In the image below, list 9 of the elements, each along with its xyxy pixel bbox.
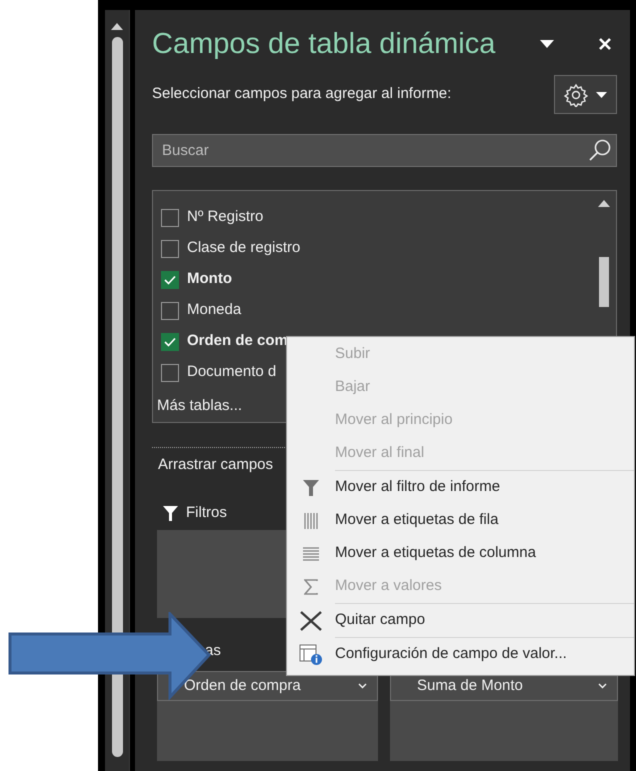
panel-title: Campos de tabla dinámica xyxy=(152,30,496,58)
field-label: Clase de registro xyxy=(187,238,300,258)
instruction-text: Seleccionar campos para agregar al informe: xyxy=(152,84,452,104)
field-label: Documento d xyxy=(187,362,276,382)
area-label: Filtros xyxy=(186,502,227,523)
field-label: Nº Registro xyxy=(187,207,264,228)
field-label: Monto xyxy=(187,269,232,290)
field-label: Moneda xyxy=(187,300,242,320)
drag-instruction: Arrastrar campos xyxy=(157,455,274,475)
